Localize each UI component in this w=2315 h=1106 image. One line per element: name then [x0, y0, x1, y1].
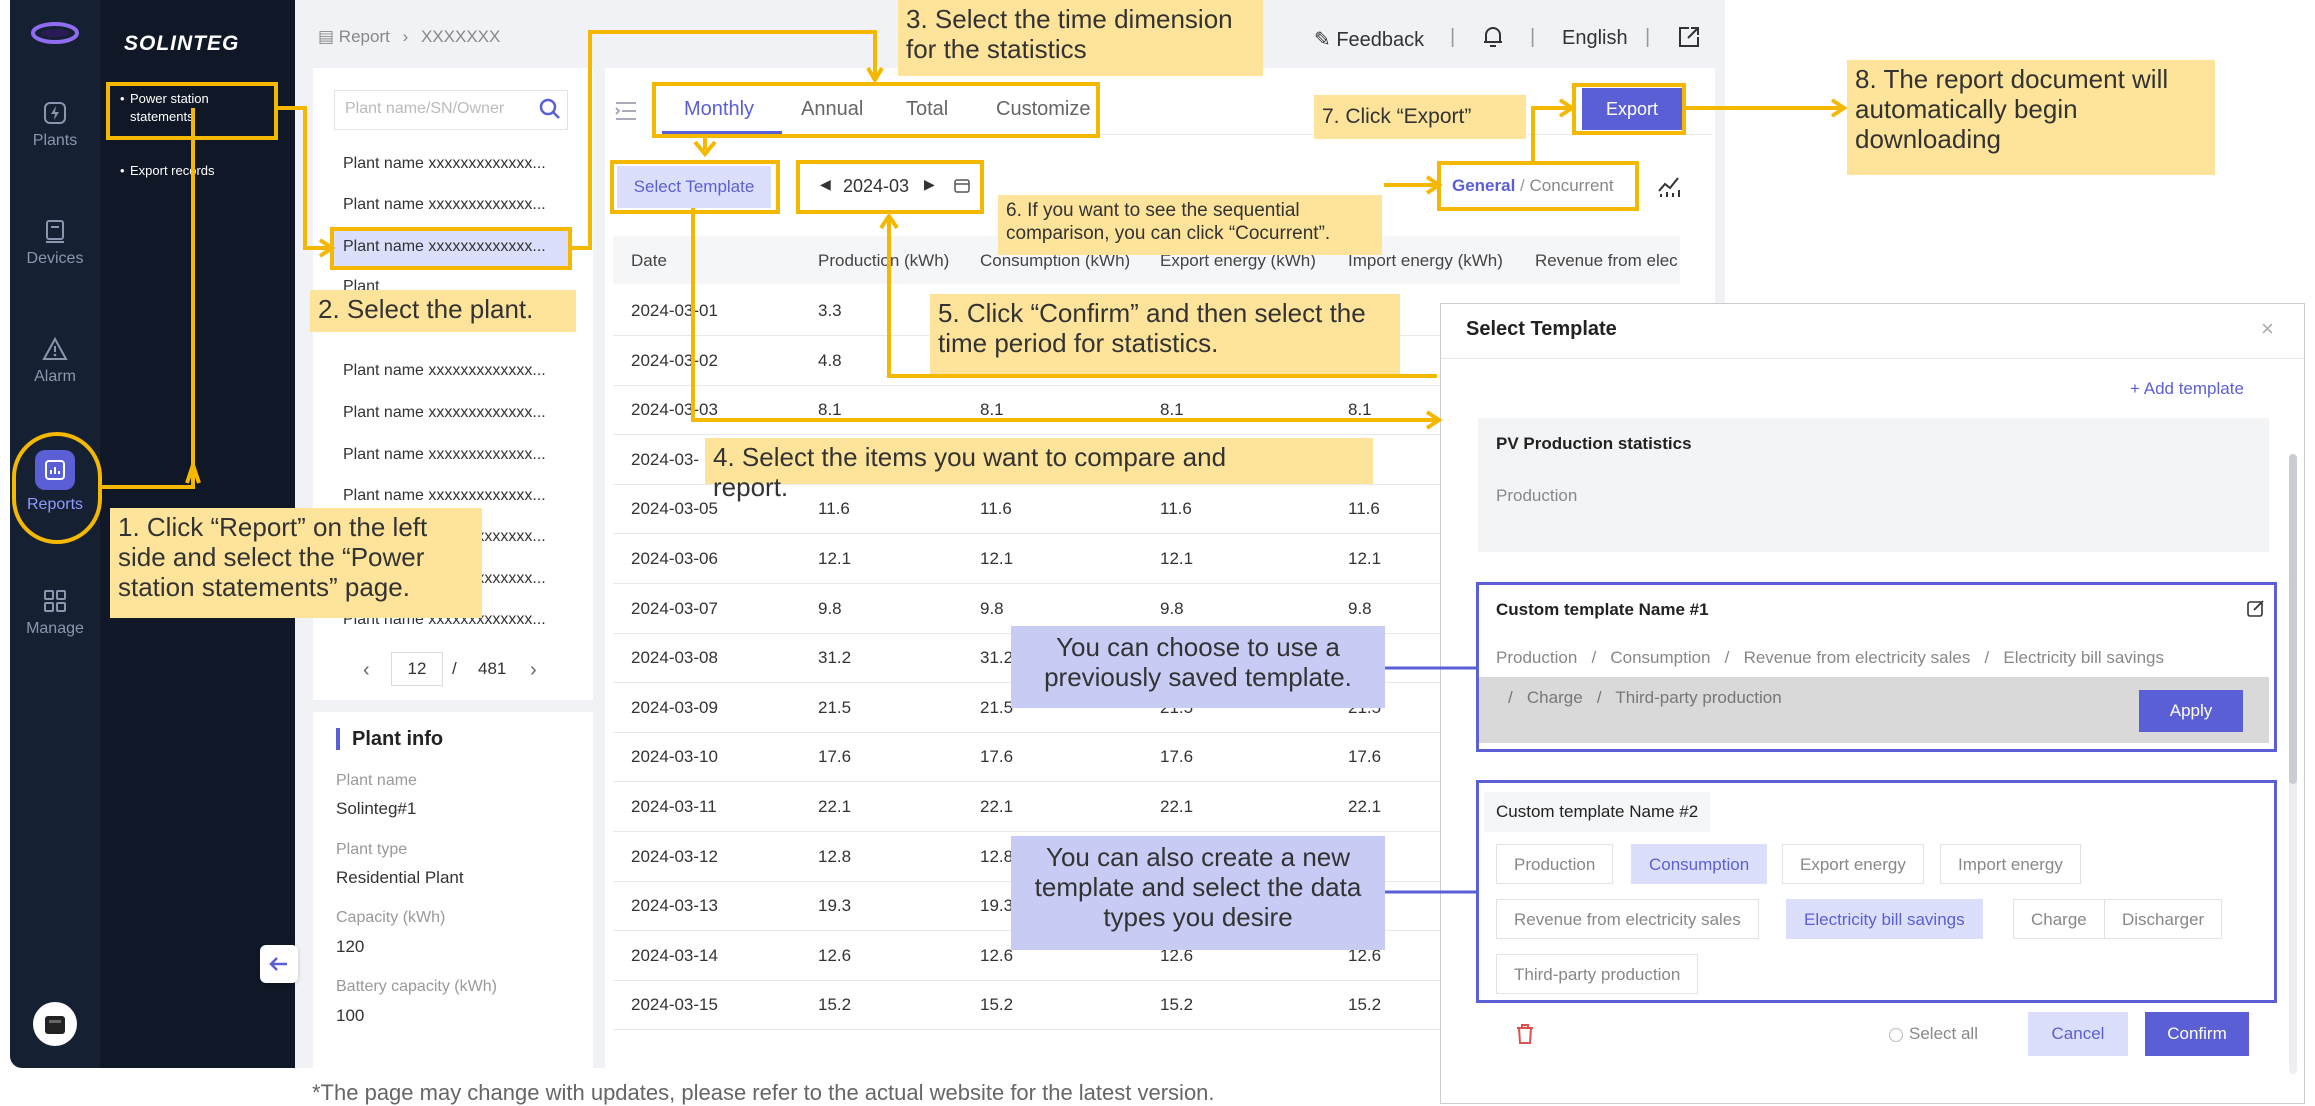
highlight-custom-template-2 — [1476, 780, 2277, 1003]
annotation-step-2: 2. Select the plant. — [310, 290, 576, 332]
connector-line — [1531, 106, 1570, 165]
annotation-step-8: 8. The report document will automaticall… — [1847, 60, 2215, 175]
highlight-export — [1572, 83, 1686, 135]
highlight-reports — [12, 432, 102, 544]
highlight-compare-mode — [1437, 161, 1639, 211]
highlight-select-template — [610, 160, 780, 214]
highlight-tabs — [652, 82, 1100, 138]
footnote: *The page may change with updates, pleas… — [312, 1080, 1215, 1105]
tip-new-template: You can also create a new template and s… — [1011, 836, 1385, 950]
highlight-custom-template-1 — [1476, 582, 2277, 752]
highlight-month-picker — [796, 160, 984, 214]
annotation-step-7: 7. Click “Export” — [1314, 95, 1526, 139]
connector-line — [100, 108, 195, 489]
highlight-power-station-statements — [106, 82, 278, 140]
annotation-step-4: 4. Select the items you want to compare … — [705, 438, 1373, 502]
annotation-step-5: 5. Click “Confirm” and then select the t… — [930, 294, 1400, 374]
connector-line — [570, 30, 877, 250]
highlight-plant — [330, 227, 572, 270]
connector-line — [278, 106, 330, 250]
tip-saved-template: You can choose to use a previously saved… — [1011, 626, 1385, 708]
annotation-step-1: 1. Click “Report” on the left side and s… — [110, 508, 482, 618]
annotation-step-6: 6. If you want to see the sequential com… — [998, 195, 1382, 255]
annotation-step-3: 3. Select the time dimension for the sta… — [898, 0, 1263, 76]
